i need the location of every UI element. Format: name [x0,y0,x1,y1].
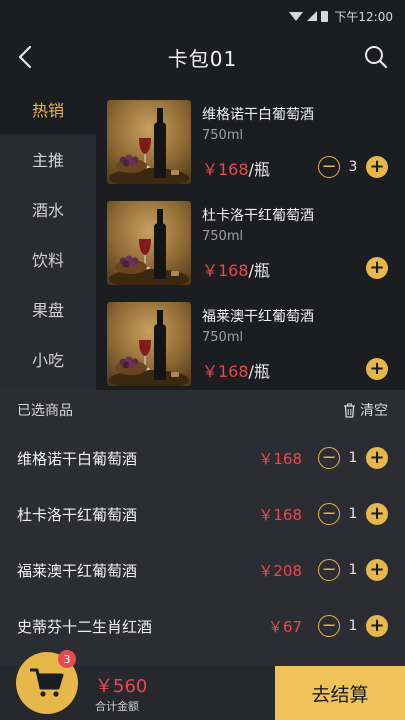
increase-button[interactable]: + [366,257,388,279]
product-item: 福莱澳干红葡萄酒 750ml ￥168/瓶 + [96,286,405,387]
quantity-stepper: − 1 + [318,615,388,637]
product-volume: 750ml [202,330,244,345]
product-item: 维格诺干白葡萄酒 750ml ￥168/瓶 − 3 + [96,84,405,185]
cart-item: 福莱澳干红葡萄酒 ￥208 − 1 + [0,542,405,598]
category-fruit[interactable]: 果盘 [0,284,96,334]
category-snacks[interactable]: 小吃 [0,334,96,384]
trash-icon [343,403,356,418]
increase-button[interactable]: + [366,559,388,581]
cart-button[interactable]: 3 [16,650,78,714]
quantity-value: 1 [348,618,358,634]
wine-product-image[interactable] [107,201,191,285]
cart-item-name: 史蒂芬十二生肖红酒 [17,617,153,636]
product-volume: 750ml [202,128,244,143]
status-bar: 下午12:00 [0,0,405,32]
category-sidebar: 热销 主推 酒水 饮料 果盘 小吃 [0,84,96,390]
decrease-button[interactable]: − [318,615,340,637]
selected-items-panel: 已选商品 清空 维格诺干白葡萄酒 ￥168 − 1 + 杜卡洛干红葡萄酒 ￥16 [0,390,405,666]
chevron-left-icon [18,45,32,69]
wine-product-image[interactable] [107,302,191,386]
quantity-value: 1 [348,506,358,522]
battery-icon [321,10,329,22]
quantity-stepper: + [366,358,388,380]
total-amount: ￥560 [95,676,148,697]
increase-button[interactable]: + [366,503,388,525]
quantity-stepper: + [366,257,388,279]
price-unit: /瓶 [248,362,270,381]
wifi-icon [289,11,304,21]
quantity-value: 3 [348,159,358,175]
decrease-button[interactable]: − [318,559,340,581]
product-price: ￥168/瓶 [202,257,270,281]
quantity-value: 1 [348,450,358,466]
cart-header: 已选商品 清空 [0,390,405,430]
product-price: ￥168/瓶 [202,156,270,180]
category-drinks[interactable]: 饮料 [0,234,96,284]
cart-item-price: ￥168 [258,449,302,468]
checkout-button[interactable]: 去结算 [275,666,405,720]
product-name: 维格诺干白葡萄酒 [202,107,314,123]
quantity-value: 1 [348,562,358,578]
cart-item-price: ￥67 [267,617,302,636]
status-time: 下午12:00 [334,9,393,24]
shopping-cart-icon [30,668,64,697]
category-featured[interactable]: 主推 [0,134,96,184]
price-value: ￥168 [202,362,249,381]
price-unit: /瓶 [248,160,270,179]
cart-item: 维格诺干白葡萄酒 ￥168 − 1 + [0,430,405,486]
product-name: 福莱澳干红葡萄酒 [202,309,314,325]
back-button[interactable] [14,44,38,70]
product-item: 杜卡洛干红葡萄酒 750ml ￥168/瓶 + [96,185,405,286]
cart-item-name: 维格诺干白葡萄酒 [17,449,138,468]
decrease-button[interactable]: − [318,503,340,525]
status-icons [289,10,329,22]
quantity-stepper: − 1 + [318,447,388,469]
category-liquor[interactable]: 酒水 [0,184,96,234]
cart-item-price: ￥208 [258,561,302,580]
product-price: ￥168/瓶 [202,358,270,382]
increase-button[interactable]: + [366,447,388,469]
header: 卡包01 [0,32,405,82]
signal-icon [307,11,318,21]
quantity-stepper: − 3 + [318,156,388,178]
cart-heading: 已选商品 [17,403,73,419]
cart-item-price: ￥168 [258,505,302,524]
checkout-bar: 3 ￥560 合计金额 去结算 [0,650,405,720]
decrease-button[interactable]: − [318,156,340,178]
quantity-stepper: − 1 + [318,559,388,581]
search-button[interactable] [363,44,389,70]
cart-item-name: 福莱澳干红葡萄酒 [17,561,138,580]
price-value: ￥168 [202,261,249,280]
cart-item: 史蒂芬十二生肖红酒 ￥67 − 1 + [0,598,405,654]
price-unit: /瓶 [248,261,270,280]
product-list: 维格诺干白葡萄酒 750ml ￥168/瓶 − 3 + 杜卡洛干红葡萄酒 750… [96,84,405,390]
price-value: ￥168 [202,160,249,179]
cart-item-name: 杜卡洛干红葡萄酒 [17,505,138,524]
quantity-stepper: − 1 + [318,503,388,525]
product-name: 杜卡洛干红葡萄酒 [202,208,314,224]
page-title: 卡包01 [167,46,238,71]
decrease-button[interactable]: − [318,447,340,469]
increase-button[interactable]: + [366,615,388,637]
category-hot[interactable]: 热销 [0,84,96,134]
cart-count-badge: 3 [58,650,76,668]
total-label: 合计金额 [95,700,139,713]
increase-button[interactable]: + [366,156,388,178]
product-volume: 750ml [202,229,244,244]
increase-button[interactable]: + [366,358,388,380]
cart-item: 杜卡洛干红葡萄酒 ￥168 − 1 + [0,486,405,542]
clear-cart-button[interactable]: 清空 [343,400,388,420]
search-icon [365,46,388,69]
clear-label: 清空 [360,403,388,419]
wine-product-image[interactable] [107,100,191,184]
